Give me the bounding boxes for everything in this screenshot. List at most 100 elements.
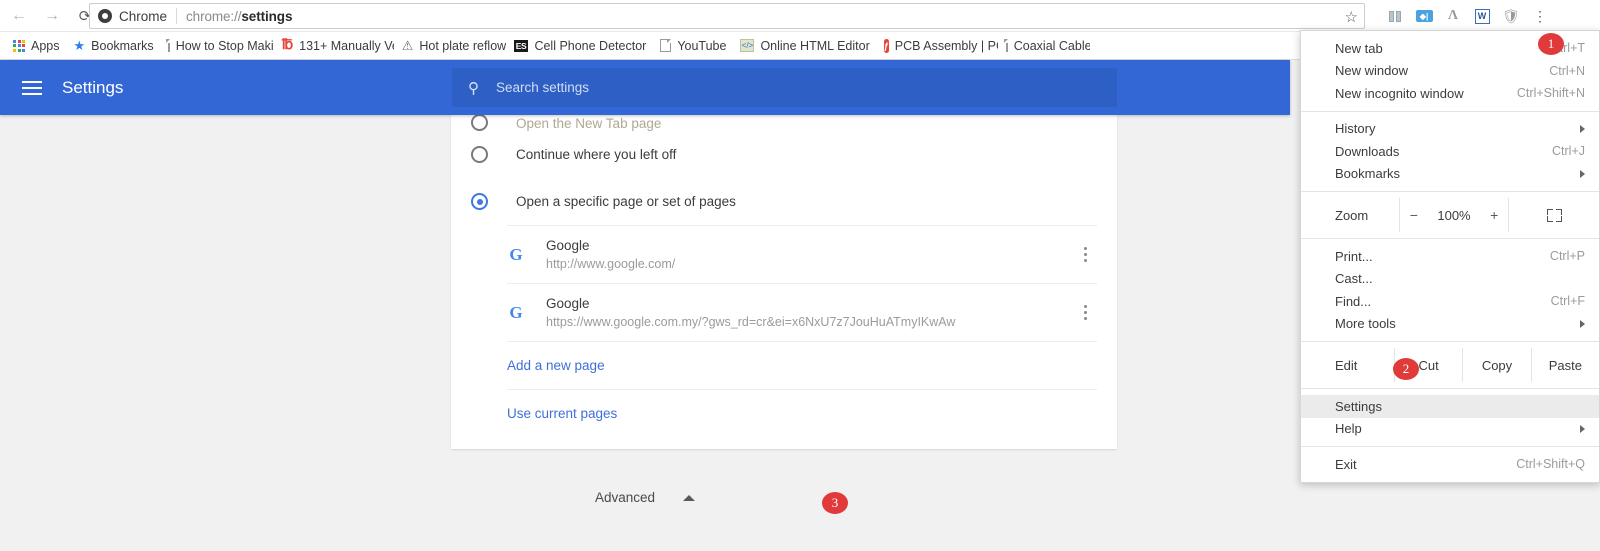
advanced-label: Advanced — [594, 490, 656, 505]
search-icon: ⚲ — [468, 79, 479, 97]
menu-item-find[interactable]: Find... Ctrl+F — [1301, 290, 1599, 313]
bookmark-label: Cell Phone Detector — [534, 38, 647, 53]
annotation-badge-2: 2 — [1393, 358, 1419, 380]
menu-item-cast[interactable]: Cast... — [1301, 268, 1599, 291]
radio-button[interactable] — [471, 146, 488, 163]
edit-label: Edit — [1335, 357, 1358, 373]
menu-item-more-tools[interactable]: More tools — [1301, 313, 1599, 336]
bookmark-item-bookmarks[interactable]: ★ Bookmarks — [68, 35, 160, 57]
fullscreen-button[interactable] — [1509, 198, 1599, 232]
bookmark-apps[interactable]: Apps — [7, 35, 66, 57]
advanced-toggle[interactable]: Advanced — [0, 490, 1290, 505]
browser-toolbar: ← → ⟳ Chrome chrome://settings ☆ ◆| Λ W — [0, 0, 1600, 32]
hamburger-icon[interactable] — [22, 80, 42, 95]
bookmark-item-131-manually-verified[interactable]: ℔ 131+ Manually Verifi — [276, 35, 394, 57]
chrome-menu-button[interactable]: ⋮ — [1527, 3, 1553, 29]
bookmark-item-cell-phone-detector[interactable]: ES Cell Phone Detector — [508, 35, 653, 57]
menu-item-new-window[interactable]: New window Ctrl+N — [1301, 60, 1599, 83]
add-a-new-page-link[interactable]: Add a new page — [507, 341, 1097, 389]
menu-item-label: Print... — [1335, 248, 1373, 264]
startup-page-title: Google — [546, 295, 590, 311]
bookmark-star-icon[interactable]: ☆ — [1345, 8, 1358, 26]
bookmark-label: Online HTML Editor — [760, 38, 870, 53]
copy-button[interactable]: Copy — [1462, 348, 1530, 382]
menu-divider — [1301, 191, 1599, 192]
annotation-badge-1: 1 — [1538, 33, 1564, 55]
bookmark-item-pcb-assembly[interactable]: ƒ PCB Assembly | PCB — [878, 35, 998, 57]
menu-item-label: Bookmarks — [1335, 166, 1401, 182]
menu-item-label: Settings — [1335, 398, 1382, 414]
bookmark-label: Hot plate reflow test — [419, 38, 506, 53]
menu-item-shortcut: Ctrl+J — [1552, 144, 1585, 159]
bookmark-item-hot-plate-reflow-test[interactable]: ⚠ Hot plate reflow test — [396, 35, 506, 57]
zoom-in-button[interactable]: + — [1490, 207, 1498, 223]
menu-item-label: Cast... — [1335, 271, 1373, 287]
menu-divider — [1301, 341, 1599, 342]
on-startup-card: Open the New Tab page Continue where you… — [451, 115, 1117, 449]
more-options-icon[interactable] — [1073, 305, 1097, 320]
startup-page-text: Google http://www.google.com/ — [546, 236, 1073, 274]
menu-item-print[interactable]: Print... Ctrl+P — [1301, 245, 1599, 268]
bookmark-item-online-html-editor[interactable]: </> Online HTML Editor — [734, 35, 875, 57]
google-favicon: G — [509, 302, 523, 322]
settings-content: Open the New Tab page Continue where you… — [0, 115, 1290, 551]
menu-item-new-incognito-window[interactable]: New incognito window Ctrl+Shift+N — [1301, 82, 1599, 105]
zoom-controls: − 100% + — [1399, 198, 1509, 232]
zoom-label: Zoom — [1335, 207, 1369, 223]
menu-item-shortcut: Ctrl+N — [1549, 63, 1585, 78]
startup-page-row[interactable]: G Google http://www.google.com/ — [507, 225, 1097, 283]
page-title: Settings — [62, 77, 124, 97]
s-favicon: ℔ — [281, 38, 294, 53]
bookmark-label: Coaxial Cable Handb — [1013, 38, 1090, 53]
menu-item-downloads[interactable]: Downloads Ctrl+J — [1301, 140, 1599, 163]
bookmark-label: 131+ Manually Verifi — [299, 38, 394, 53]
word-extension-icon[interactable]: W — [1469, 3, 1495, 29]
radio-button[interactable] — [471, 193, 488, 210]
doc-favicon — [1003, 39, 1008, 52]
doc-favicon — [165, 39, 170, 52]
omnibox-url[interactable]: chrome://settings — [186, 9, 292, 24]
bookmark-label: PCB Assembly | PCB — [894, 38, 998, 53]
google-favicon: G — [509, 244, 523, 264]
bookmark-label: How to Stop Making — [175, 38, 274, 53]
search-settings-box[interactable]: ⚲ — [452, 68, 1117, 107]
menu-item-history[interactable]: History — [1301, 118, 1599, 141]
paste-button[interactable]: Paste — [1530, 348, 1599, 382]
forward-arrow-icon[interactable]: → — [38, 2, 66, 30]
chrome-logo-icon — [98, 9, 112, 23]
menu-item-shortcut: Ctrl+P — [1549, 249, 1585, 264]
bookmark-item-coaxial-cable-handbook[interactable]: Coaxial Cable Handb — [1000, 35, 1090, 57]
menu-item-bookmarks[interactable]: Bookmarks — [1301, 163, 1599, 186]
more-options-icon[interactable] — [1073, 247, 1097, 262]
extensions-area: ◆| Λ W 🛡 ⋮ — [1382, 0, 1553, 32]
menu-item-settings[interactable]: Settings — [1301, 395, 1599, 418]
menu-item-label: Downloads — [1335, 143, 1400, 159]
radio-button[interactable] — [471, 115, 488, 131]
use-current-pages-link[interactable]: Use current pages — [507, 389, 1097, 437]
bookmark-apps-label: Apps — [31, 38, 60, 53]
back-arrow-icon[interactable]: ← — [5, 2, 33, 30]
bookmark-item-youtube[interactable]: YouTube — [654, 35, 732, 57]
startup-option-continue-where-left-off[interactable]: Continue where you left off — [451, 131, 1117, 178]
menu-divider — [1301, 446, 1599, 447]
settings-header: Settings ⚲ — [0, 60, 1290, 115]
menu-item-label: New window — [1335, 63, 1408, 79]
zoom-out-button[interactable]: − — [1410, 207, 1418, 223]
bookmark-item-how-to-stop-making[interactable]: How to Stop Making — [162, 35, 274, 57]
startup-option-new-tab-page[interactable]: Open the New Tab page — [451, 115, 1117, 131]
search-input[interactable] — [496, 80, 1056, 95]
menu-item-help[interactable]: Help — [1301, 418, 1599, 441]
shield-extension-icon[interactable]: 🛡 — [1498, 3, 1524, 29]
address-bar[interactable]: Chrome chrome://settings ☆ — [89, 3, 1365, 29]
menu-divider — [1301, 238, 1599, 239]
es-favicon: ES — [513, 39, 529, 52]
doc-favicon — [660, 39, 672, 52]
startup-option-specific-pages[interactable]: Open a specific page or set of pages — [451, 178, 1117, 225]
menu-zoom-row: Zoom − 100% + — [1301, 198, 1599, 232]
adobe-pdf-extension-icon[interactable]: Λ — [1440, 3, 1466, 29]
menu-item-exit[interactable]: Exit Ctrl+Shift+Q — [1301, 453, 1599, 476]
tag-extension-icon[interactable]: ◆| — [1411, 3, 1437, 29]
menu-item-label: More tools — [1335, 316, 1396, 332]
startup-page-row[interactable]: G Google https://www.google.com.my/?gws_… — [507, 283, 1097, 341]
split-screen-extension-icon[interactable] — [1382, 3, 1408, 29]
